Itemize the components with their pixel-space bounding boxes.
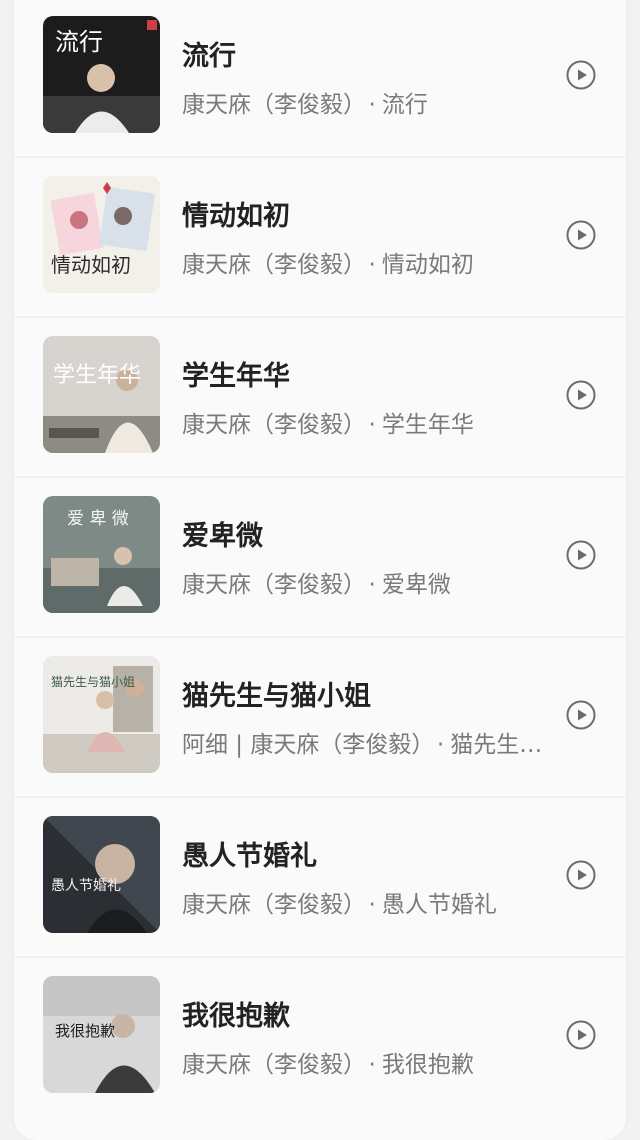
song-subtitle: 康天庥（李俊毅） · 我很抱歉: [182, 1045, 554, 1079]
artist-name: 阿细 | 康天庥（李俊毅）: [182, 732, 423, 758]
album-name: 愚人节婚礼: [381, 892, 497, 918]
album-name: 爱卑微: [381, 572, 451, 598]
song-subtitle: 阿细 | 康天庥（李俊毅） ·猫先生与猫小姐: [182, 725, 554, 759]
song-row[interactable]: 情动如初 情动如初 康天庥（李俊毅） · 情动如初: [14, 158, 626, 318]
song-row[interactable]: 爱 卑 微 爱卑微 康天庥（李俊毅） · 爱卑微: [14, 478, 626, 638]
separator-dot: ·: [368, 252, 376, 278]
album-name: 情动如初: [381, 252, 474, 278]
song-subtitle: 康天庥（李俊毅） · 流行: [182, 85, 554, 119]
song-title: 我很抱歉: [182, 1001, 290, 1032]
artist-name: 康天庥（李俊毅）: [182, 572, 355, 598]
song-title: 学生年华: [182, 361, 290, 392]
separator-dot: ·: [368, 92, 376, 118]
play-circle-icon[interactable]: [566, 60, 596, 90]
play-circle-icon[interactable]: [566, 860, 596, 890]
song-row[interactable]: 学生年华 学生年华 康天庥（李俊毅） · 学生年华: [14, 318, 626, 478]
song-subtitle: 康天庥（李俊毅） · 愚人节婚礼: [182, 885, 554, 919]
album-cover: 情动如初: [43, 176, 160, 293]
album-cover: 流行: [43, 16, 160, 133]
play-circle-icon[interactable]: [566, 540, 596, 570]
song-title: 流行: [182, 41, 236, 72]
separator-dot: ·: [436, 732, 445, 758]
album-cover: 学生年华: [43, 336, 160, 453]
play-circle-icon[interactable]: [566, 700, 596, 730]
separator-dot: ·: [368, 1052, 376, 1078]
song-title: 情动如初: [182, 201, 290, 232]
song-subtitle: 康天庥（李俊毅） · 情动如初: [182, 245, 554, 279]
album-name: 猫先生与猫小姐: [450, 732, 554, 758]
album-cover: 爱 卑 微: [43, 496, 160, 613]
song-title: 猫先生与猫小姐: [182, 681, 371, 712]
artist-name: 康天庥（李俊毅）: [182, 1052, 355, 1078]
artist-name: 康天庥（李俊毅）: [182, 92, 355, 118]
song-row[interactable]: 我很抱歉 我很抱歉 康天庥（李俊毅） · 我很抱歉: [14, 958, 626, 1118]
svg-text:情动如初: 情动如初: [51, 253, 131, 277]
song-subtitle: 康天庥（李俊毅） · 学生年华: [182, 405, 554, 439]
play-circle-icon[interactable]: [566, 1020, 596, 1050]
separator-dot: ·: [368, 572, 376, 598]
artist-name: 康天庥（李俊毅）: [182, 892, 355, 918]
play-circle-icon[interactable]: [566, 380, 596, 410]
album-name: 学生年华: [381, 412, 474, 438]
song-title: 愚人节婚礼: [182, 841, 317, 872]
song-row[interactable]: 猫先生与猫小姐 猫先生与猫小姐 阿细 | 康天庥（李俊毅）·猫先生与猫小姐: [14, 638, 626, 798]
album-cover: 愚人节婚礼: [43, 816, 160, 933]
svg-text:我很抱歉: 我很抱歉: [55, 1022, 115, 1040]
song-row[interactable]: 愚人节婚礼 愚人节婚礼 康天庥（李俊毅） · 愚人节婚礼: [14, 798, 626, 958]
song-title: 爱卑微: [182, 521, 263, 552]
svg-text:猫先生与猫小姐: 猫先生与猫小姐: [51, 675, 135, 689]
svg-text:爱 卑 微: 爱 卑 微: [67, 509, 129, 529]
artist-name: 康天庥（李俊毅）: [182, 412, 355, 438]
album-name: 流行: [381, 92, 428, 118]
separator-dot: ·: [368, 892, 376, 918]
separator-dot: ·: [368, 412, 376, 438]
svg-text:学生年华: 学生年华: [53, 363, 141, 388]
song-subtitle: 康天庥（李俊毅） · 爱卑微: [182, 565, 554, 599]
play-circle-icon[interactable]: [566, 220, 596, 250]
album-name: 我很抱歉: [381, 1052, 474, 1078]
svg-text:流行: 流行: [55, 28, 103, 56]
album-cover: 猫先生与猫小姐: [43, 656, 160, 773]
album-cover: 我很抱歉: [43, 976, 160, 1093]
svg-text:愚人节婚礼: 愚人节婚礼: [51, 878, 121, 894]
song-row[interactable]: 流行 流行 康天庥（李俊毅） · 流行: [14, 0, 626, 158]
artist-name: 康天庥（李俊毅）: [182, 252, 355, 278]
